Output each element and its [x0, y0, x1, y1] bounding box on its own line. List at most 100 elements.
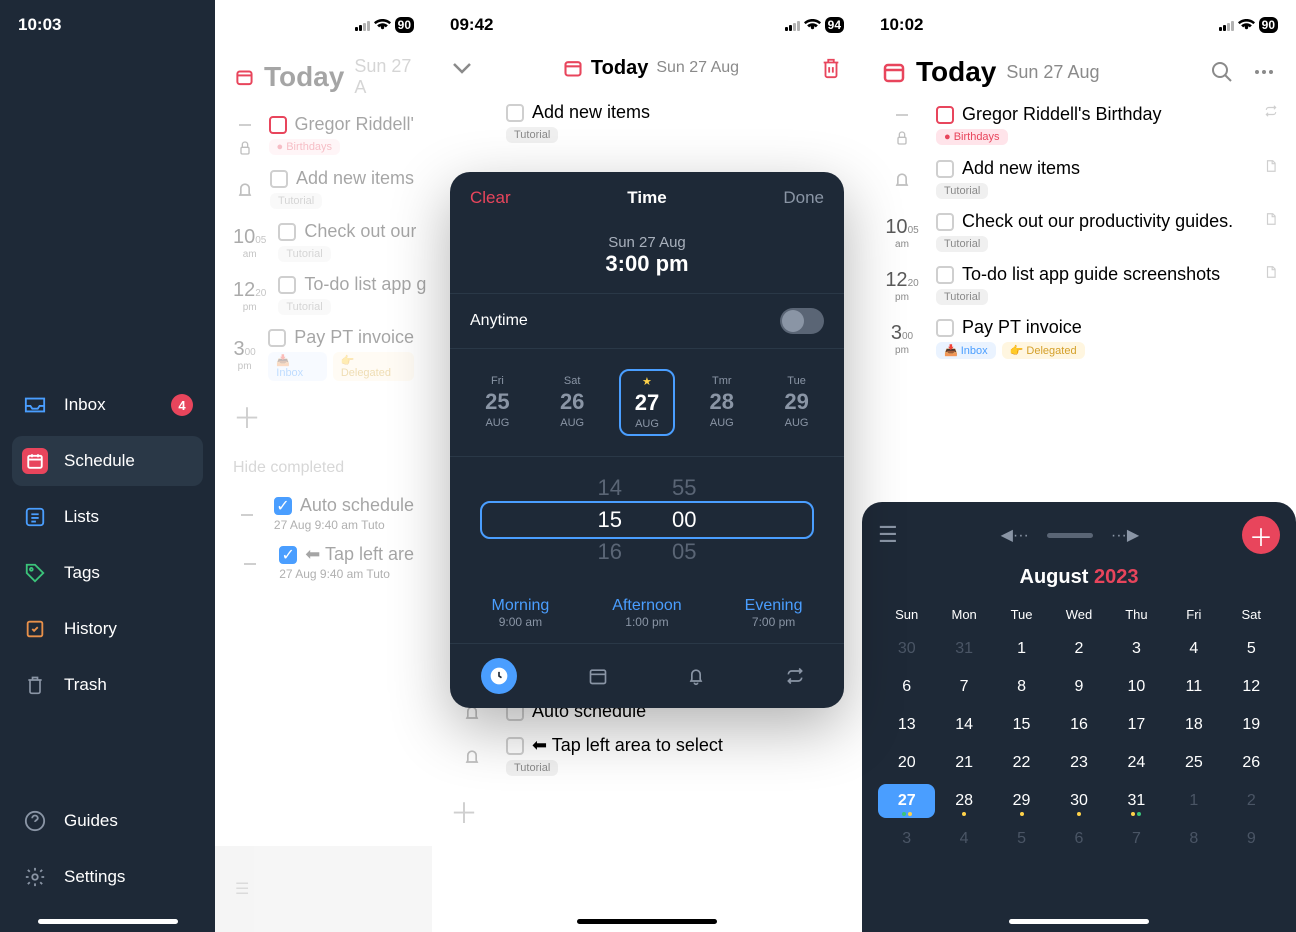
status-time: 10:02 [880, 15, 923, 35]
hide-completed-toggle[interactable]: Hide completed [215, 447, 432, 489]
calendar-day[interactable]: 6 [878, 670, 935, 704]
calendar-day[interactable]: 4 [935, 822, 992, 856]
date-strip[interactable]: Fri25AUG Sat26AUG ★27AUG Tmr28AUG Tue29AUG [450, 349, 844, 457]
nav-guides[interactable]: Guides [12, 796, 203, 846]
more-icon[interactable] [1252, 60, 1276, 84]
nav-history[interactable]: History [12, 604, 203, 654]
calendar-day[interactable]: 31 [935, 632, 992, 666]
menu-icon[interactable]: ☰ [878, 522, 898, 548]
calendar-day[interactable]: 16 [1050, 708, 1107, 742]
nav-settings[interactable]: Settings [12, 852, 203, 902]
calendar-day[interactable]: 11 [1165, 670, 1222, 704]
home-indicator [38, 919, 178, 924]
calendar-day[interactable]: 3 [1108, 632, 1165, 666]
checkbox[interactable] [270, 170, 288, 188]
calendar-day[interactable]: 18 [1165, 708, 1222, 742]
modal-title: Time [627, 188, 666, 208]
time-picker[interactable]: 1455 1500 1605 [450, 457, 844, 583]
calendar-day[interactable]: 28 [935, 784, 992, 818]
checkbox[interactable]: ✓ [279, 546, 297, 564]
tab-reminder[interactable] [678, 658, 714, 694]
calendar-day[interactable]: 1 [1165, 784, 1222, 818]
calendar-day[interactable]: 25 [1165, 746, 1222, 780]
collapse-button[interactable] [452, 62, 482, 74]
calendar-day[interactable]: 5 [1223, 632, 1280, 666]
calendar-day[interactable]: 4 [1165, 632, 1222, 666]
calendar-day[interactable]: 6 [1050, 822, 1107, 856]
calendar-day[interactable]: 30 [1050, 784, 1107, 818]
calendar-day[interactable]: 1 [993, 632, 1050, 666]
calendar-day[interactable]: 20 [878, 746, 935, 780]
nav-inbox[interactable]: Inbox 4 [12, 380, 203, 430]
calendar-day[interactable]: 9 [1223, 822, 1280, 856]
date-cell[interactable]: Sat26AUG [544, 369, 600, 436]
calendar-day[interactable]: 8 [993, 670, 1050, 704]
checkbox[interactable] [936, 319, 954, 337]
calendar-day[interactable]: 12 [1223, 670, 1280, 704]
calendar-day[interactable]: 24 [1108, 746, 1165, 780]
calendar-day[interactable]: 30 [878, 632, 935, 666]
delete-button[interactable] [820, 56, 842, 80]
calendar-day[interactable]: 29 [993, 784, 1050, 818]
add-button[interactable]: ＋ [432, 782, 862, 842]
calendar-day[interactable]: 13 [878, 708, 935, 742]
calendar-day[interactable]: 31 [1108, 784, 1165, 818]
next-arrow[interactable]: ···▶ [1111, 525, 1139, 545]
checkbox[interactable] [268, 329, 286, 347]
tab-repeat[interactable] [777, 658, 813, 694]
preset-button[interactable]: Morning9:00 am [491, 597, 549, 629]
checkbox[interactable] [506, 104, 524, 122]
task-tag: Tutorial [506, 760, 558, 776]
calendar-day[interactable]: 27 [878, 784, 935, 818]
date-cell[interactable]: Tmr28AUG [694, 369, 750, 436]
calendar-day[interactable]: 21 [935, 746, 992, 780]
search-icon[interactable] [1210, 60, 1234, 84]
calendar-day[interactable]: 2 [1223, 784, 1280, 818]
calendar-day[interactable]: 3 [878, 822, 935, 856]
date-cell[interactable]: ★27AUG [619, 369, 675, 436]
clear-button[interactable]: Clear [470, 188, 511, 208]
calendar-day[interactable]: 22 [993, 746, 1050, 780]
checkbox[interactable] [506, 737, 524, 755]
calendar-day[interactable]: 2 [1050, 632, 1107, 666]
checkbox[interactable] [936, 160, 954, 178]
calendar-day[interactable]: 14 [935, 708, 992, 742]
inbox-icon [22, 392, 48, 418]
checkbox[interactable] [936, 106, 954, 124]
calendar-day[interactable]: 5 [993, 822, 1050, 856]
checkbox[interactable] [936, 213, 954, 231]
nav-schedule[interactable]: Schedule [12, 436, 203, 486]
nav-lists[interactable]: Lists [12, 492, 203, 542]
drag-handle[interactable] [1047, 533, 1093, 538]
date-cell[interactable]: Tue29AUG [769, 369, 825, 436]
checkbox[interactable]: ✓ [274, 497, 292, 515]
calendar-day[interactable]: 7 [935, 670, 992, 704]
preset-button[interactable]: Evening7:00 pm [745, 597, 803, 629]
nav-tags[interactable]: Tags [12, 548, 203, 598]
tab-time[interactable] [481, 658, 517, 694]
calendar-day[interactable]: 17 [1108, 708, 1165, 742]
calendar-day[interactable]: 8 [1165, 822, 1222, 856]
calendar-day[interactable]: 10 [1108, 670, 1165, 704]
add-button[interactable]: ＋ [215, 387, 432, 447]
anytime-toggle[interactable] [780, 308, 824, 334]
calendar-day[interactable]: 9 [1050, 670, 1107, 704]
done-button[interactable]: Done [783, 188, 824, 208]
checkbox[interactable] [278, 276, 296, 294]
calendar-day[interactable]: 15 [993, 708, 1050, 742]
calendar-day[interactable]: 23 [1050, 746, 1107, 780]
add-fab[interactable]: ＋ [1242, 516, 1280, 554]
checkbox[interactable] [269, 116, 287, 134]
calendar-day[interactable]: 19 [1223, 708, 1280, 742]
checkbox[interactable] [936, 266, 954, 284]
checkbox[interactable] [278, 223, 296, 241]
calendar-day[interactable]: 7 [1108, 822, 1165, 856]
tab-date[interactable] [580, 658, 616, 694]
nav-trash[interactable]: Trash [12, 660, 203, 710]
calendar-grid[interactable]: SunMonTueWedThuFriSat3031123456789101112… [878, 601, 1280, 856]
task-title: To-do list app g [304, 274, 426, 295]
prev-arrow[interactable]: ◀··· [1001, 525, 1029, 545]
calendar-day[interactable]: 26 [1223, 746, 1280, 780]
date-cell[interactable]: Fri25AUG [469, 369, 525, 436]
preset-button[interactable]: Afternoon1:00 pm [612, 597, 681, 629]
